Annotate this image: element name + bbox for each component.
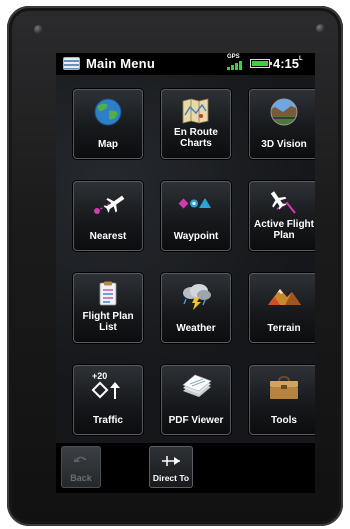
tile-label: En Route Charts [174, 127, 218, 149]
globe-icon [94, 98, 122, 126]
map-button[interactable]: Map [73, 89, 143, 159]
waypoint-button[interactable]: Waypoint [161, 181, 231, 251]
tile-label: Active Flight Plan [253, 219, 314, 241]
storm-cloud-icon [183, 284, 211, 310]
tile-label: Map [98, 139, 118, 150]
tile-label: Terrain [267, 323, 301, 334]
back-label: Back [70, 473, 92, 483]
folded-chart-icon [182, 98, 209, 124]
tools-button[interactable]: Tools [249, 365, 315, 435]
screw-top-left [34, 25, 43, 34]
waypoint-symbols-icon [178, 198, 211, 209]
bottom-bar: Back Direct To [56, 443, 315, 493]
tile-label: Waypoint [173, 231, 219, 242]
tile-label: Nearest [89, 231, 127, 242]
terrain-button[interactable]: Terrain [249, 273, 315, 343]
main-menu-icon[interactable] [63, 57, 80, 70]
active-flight-plan-button[interactable]: Active Flight Plan [249, 181, 315, 251]
screw-top-right [316, 24, 325, 33]
nearest-airplane-icon [94, 195, 125, 214]
clipboard-list-icon [99, 281, 117, 306]
pdf-viewer-button[interactable]: PDF Viewer [161, 365, 231, 435]
back-button[interactable]: Back [61, 446, 101, 488]
back-arrow-icon [74, 456, 87, 462]
clock-suffix: L [299, 56, 303, 62]
direct-to-button[interactable]: Direct To [149, 446, 193, 488]
tile-label: Traffic [92, 415, 123, 426]
battery-icon [250, 59, 272, 68]
3d-vision-button[interactable]: 3D Vision [249, 89, 315, 159]
weather-button[interactable]: Weather [161, 273, 231, 343]
flight-plan-airplane-icon [270, 191, 296, 214]
gps-label: GPS [227, 54, 240, 60]
clock-time: 4:15 [273, 56, 300, 71]
device-bezel: Main Menu GPS 4:15L Map En Route Charts … [7, 6, 343, 526]
direct-to-label: Direct To [152, 473, 190, 483]
traffic-symbol-icon: +20 [89, 371, 127, 403]
nearest-button[interactable]: Nearest [73, 181, 143, 251]
mountain-icon [268, 289, 301, 305]
screen: Main Menu GPS 4:15L Map En Route Charts … [56, 53, 315, 493]
en-route-charts-button[interactable]: En Route Charts [161, 89, 231, 159]
status-bar: Main Menu GPS 4:15L [56, 53, 315, 75]
gps-signal-icon: GPS [227, 54, 245, 72]
direct-to-icon [162, 456, 180, 466]
flight-plan-list-button[interactable]: Flight Plan List [73, 273, 143, 343]
tile-label: Flight Plan List [82, 311, 134, 333]
terrain-view-icon [270, 98, 298, 126]
menu-grid: Map En Route Charts 3D Vision Nearest Wa… [56, 75, 315, 443]
document-stack-icon [182, 374, 212, 397]
clock: 4:15L [273, 56, 303, 71]
tile-label: 3D Vision [261, 139, 307, 150]
tile-label: Tools [271, 415, 297, 426]
toolbox-icon [270, 375, 298, 399]
page-title: Main Menu [86, 56, 155, 71]
tile-label: PDF Viewer [168, 415, 224, 426]
traffic-button[interactable]: +20 Traffic [73, 365, 143, 435]
tile-label: Weather [176, 323, 216, 334]
